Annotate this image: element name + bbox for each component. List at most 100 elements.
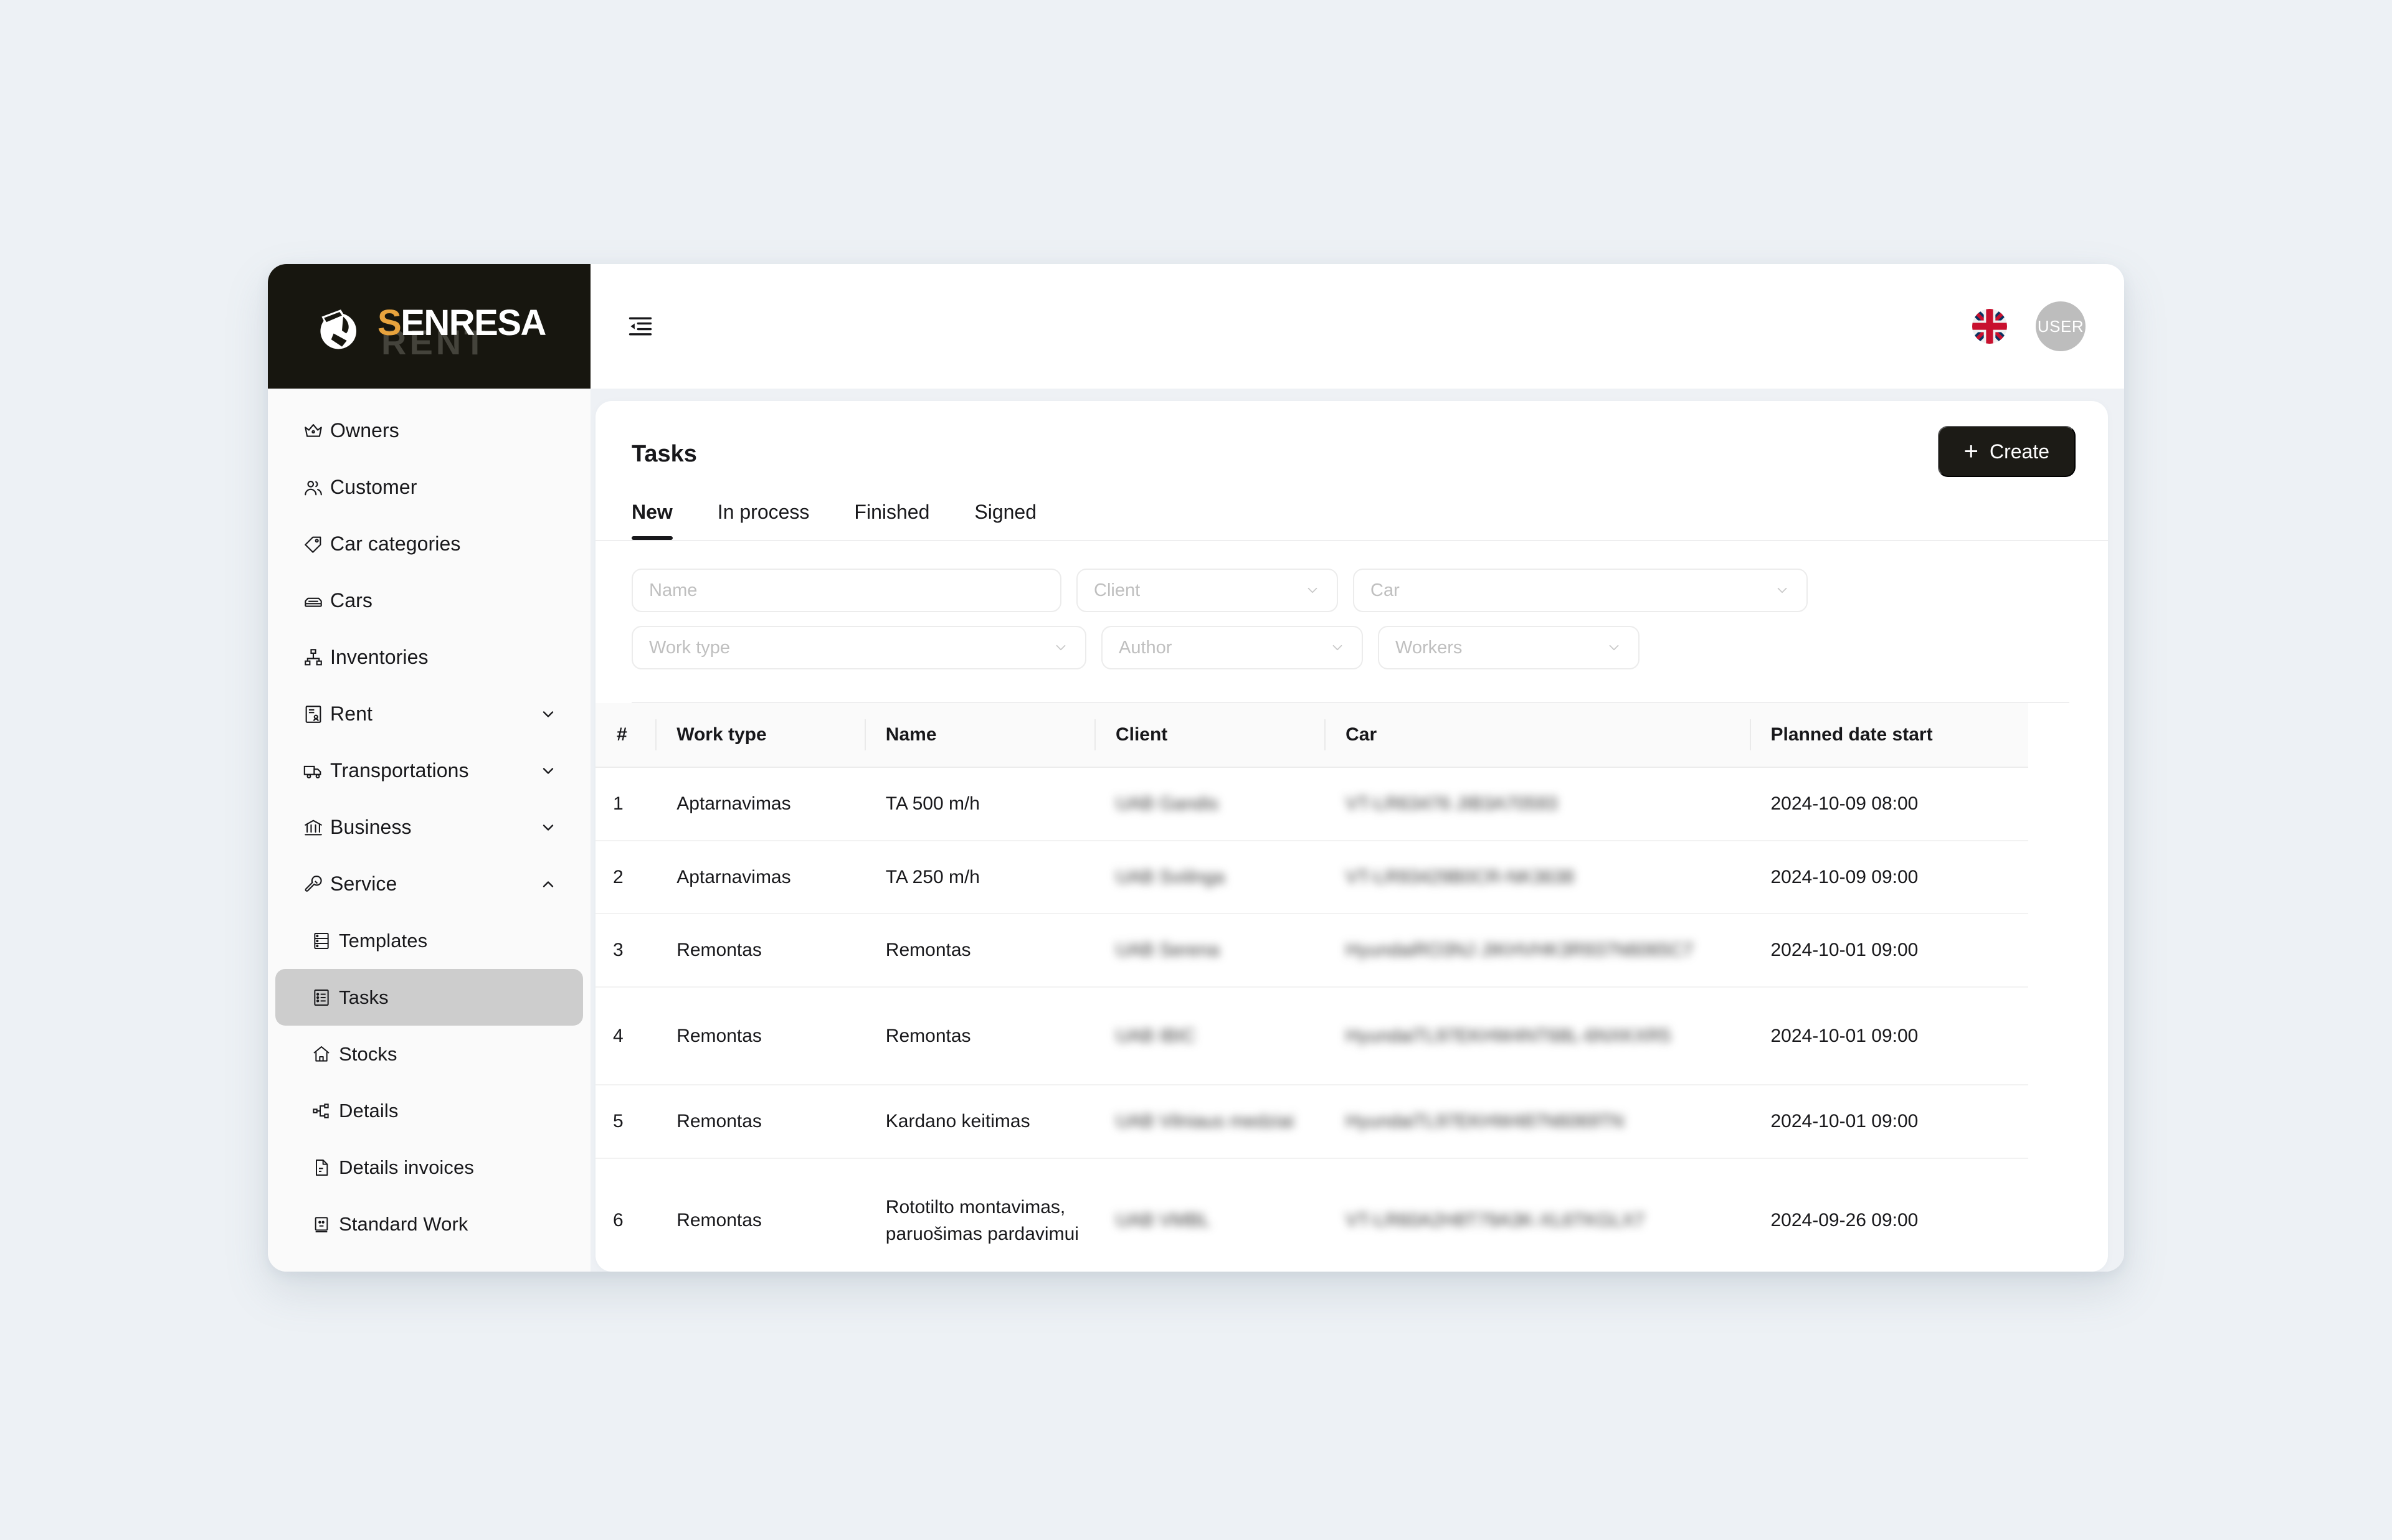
cell-planned-date-start: 2024-10-01 09:00 [1749, 914, 2028, 988]
search-input-name[interactable]: Name [632, 569, 1061, 612]
brand-logo[interactable]: RENT SENRESA [268, 264, 591, 389]
col-header-work-type[interactable]: Work type [655, 703, 865, 768]
create-button-label: Create [1989, 440, 2049, 463]
cell-client: UAB IBIC [1094, 986, 1325, 1085]
col-header-client[interactable]: Client [1094, 703, 1325, 768]
select-car[interactable]: Car [1353, 569, 1808, 612]
cell-car: VT-LR63476 JIB3A70593 [1324, 767, 1750, 841]
cell-planned-date-start: 2024-10-01 09:00 [1749, 986, 2028, 1085]
create-button[interactable]: + Create [1937, 426, 2076, 477]
chevron-down-icon [1053, 640, 1069, 656]
file-text-icon [311, 1158, 339, 1178]
sidebar-item-transportations[interactable]: Transportations [275, 742, 583, 799]
select-work-type[interactable]: Work type [632, 626, 1086, 669]
bank-icon [303, 817, 330, 838]
users-icon [303, 477, 330, 498]
table-header-row: # Work type Name Client Car Planned date… [596, 703, 2028, 768]
sidebar-item-details[interactable]: Details [275, 1082, 583, 1139]
sidebar-item-customer[interactable]: Customer [275, 459, 583, 516]
cell-name: TA 250 m/h [864, 840, 1094, 914]
sidebar-item-owners[interactable]: Owners [275, 402, 583, 459]
chevron-down-icon[interactable] [537, 819, 559, 836]
select-author[interactable]: Author [1101, 626, 1363, 669]
sidebar-item-label: Business [330, 816, 412, 838]
table-row[interactable]: 6 Remontas Rototilto montavimas, paruoši… [596, 1158, 2028, 1272]
col-header-car[interactable]: Car [1324, 703, 1750, 768]
cell-client: UAB Vilniaus medziai [1094, 1085, 1325, 1159]
cell-index: 1 [596, 767, 656, 841]
sidebar-item-stocks[interactable]: Stocks [275, 1026, 583, 1082]
wrench-icon [303, 874, 330, 895]
sidebar-item-label: Stocks [339, 1042, 397, 1065]
chevron-up-icon[interactable] [537, 876, 559, 893]
sidebar-item-label: Tasks [339, 986, 389, 1008]
tab-signed[interactable]: Signed [974, 501, 1037, 540]
sidebar-item-templates[interactable]: Templates [275, 912, 583, 969]
cell-work-type: Remontas [655, 1085, 865, 1159]
sidebar-item-label: Customer [330, 476, 417, 498]
card-header: Tasks + Create [596, 426, 2108, 477]
cell-planned-date-start: 2024-10-09 08:00 [1749, 767, 2028, 841]
sidebar-item-standard-work[interactable]: Standard Work [275, 1196, 583, 1252]
tasks-table-wrapper: # Work type Name Client Car Planned date… [596, 703, 2108, 1272]
table-row[interactable]: 4 Remontas Remontas UAB IBIC HyundaiTL97… [596, 986, 2028, 1085]
col-header-index[interactable]: # [596, 703, 656, 768]
tab-in-process[interactable]: In process [718, 501, 810, 540]
sidebar-item-car-categories[interactable]: Car categories [275, 516, 583, 572]
chevron-down-icon[interactable] [537, 762, 559, 780]
table-row[interactable]: 1 Aptarnavimas TA 500 m/h UAB Gandis VT-… [596, 767, 2028, 841]
sidebar-item-label: Cars [330, 589, 373, 612]
main-column: USER Tasks + Create New In process Finis… [591, 264, 2124, 1272]
sidebar-item-rent[interactable]: Rent [275, 686, 583, 742]
tag-icon [303, 534, 330, 555]
nodes-icon [311, 1101, 339, 1121]
table-row[interactable]: 2 Aptarnavimas TA 250 m/h UAB Sviilnga V… [596, 840, 2028, 914]
cell-name: Kardano keitimas [864, 1085, 1094, 1159]
select-client[interactable]: Client [1076, 569, 1338, 612]
chevron-down-icon [1329, 640, 1346, 656]
tab-finished[interactable]: Finished [854, 501, 929, 540]
truck-icon [303, 760, 330, 782]
brand-wordmark: RENT SENRESA [377, 296, 577, 360]
cell-car: HyundaiRO3NJ JIKHVHK3R937N6065C7 [1324, 914, 1750, 988]
select-workers[interactable]: Workers [1378, 626, 1640, 669]
menu-fold-icon[interactable] [620, 306, 660, 346]
sidebar-item-inventories[interactable]: Inventories [275, 629, 583, 686]
cell-index: 3 [596, 914, 656, 988]
col-header-name[interactable]: Name [864, 703, 1094, 768]
home-icon [311, 1044, 339, 1064]
app-window: RENT SENRESA Owners Customer Car categor… [268, 264, 2124, 1272]
sidebar-item-details-invoices[interactable]: Details invoices [275, 1139, 583, 1196]
cell-car: HyundaiTL97EKHW487N6069TN [1324, 1085, 1750, 1159]
cell-planned-date-start: 2024-09-26 09:00 [1749, 1158, 2028, 1272]
tab-bar: New In process Finished Signed [596, 477, 2108, 540]
tab-new[interactable]: New [632, 501, 673, 540]
brand-senresa-text: SENRESA [377, 303, 546, 343]
cell-client: UAB VMBL [1094, 1158, 1325, 1272]
table-head: # Work type Name Client Car Planned date… [596, 703, 2028, 768]
table-row[interactable]: 5 Remontas Kardano keitimas UAB Vilniaus… [596, 1085, 2028, 1159]
cell-index: 2 [596, 840, 656, 914]
sidebar-item-cars[interactable]: Cars [275, 572, 583, 629]
table-row[interactable]: 3 Remontas Remontas UAB Serena HyundaiRO… [596, 914, 2028, 988]
chevron-down-icon [1304, 582, 1321, 598]
cell-index: 4 [596, 986, 656, 1085]
cell-client: UAB Gandis [1094, 767, 1325, 841]
col-header-planned-date-start[interactable]: Planned date start [1749, 703, 2028, 768]
sidebar-item-tasks[interactable]: Tasks [275, 969, 583, 1026]
chevron-down-icon[interactable] [537, 706, 559, 723]
filters-row-1: Name Client Car [632, 569, 2108, 612]
sidebar-item-label: Inventories [330, 646, 429, 668]
sidebar-item-business[interactable]: Business [275, 799, 583, 856]
cell-work-type: Remontas [655, 986, 865, 1085]
chevron-down-icon [1606, 640, 1622, 656]
uk-flag-icon[interactable] [1972, 309, 2007, 344]
sidebar: RENT SENRESA Owners Customer Car categor… [268, 264, 591, 1272]
cell-car: VT-LR93429B0CR-NK3638 [1324, 840, 1750, 914]
cell-work-type: Remontas [655, 914, 865, 988]
sidebar-item-label: Details [339, 1099, 399, 1122]
avatar[interactable]: USER [2036, 301, 2086, 351]
sidebar-item-service[interactable]: Service [275, 856, 583, 912]
filter-work-type-placeholder: Work type [649, 637, 731, 658]
sidebar-nav: Owners Customer Car categories Cars Inve… [268, 389, 591, 1272]
